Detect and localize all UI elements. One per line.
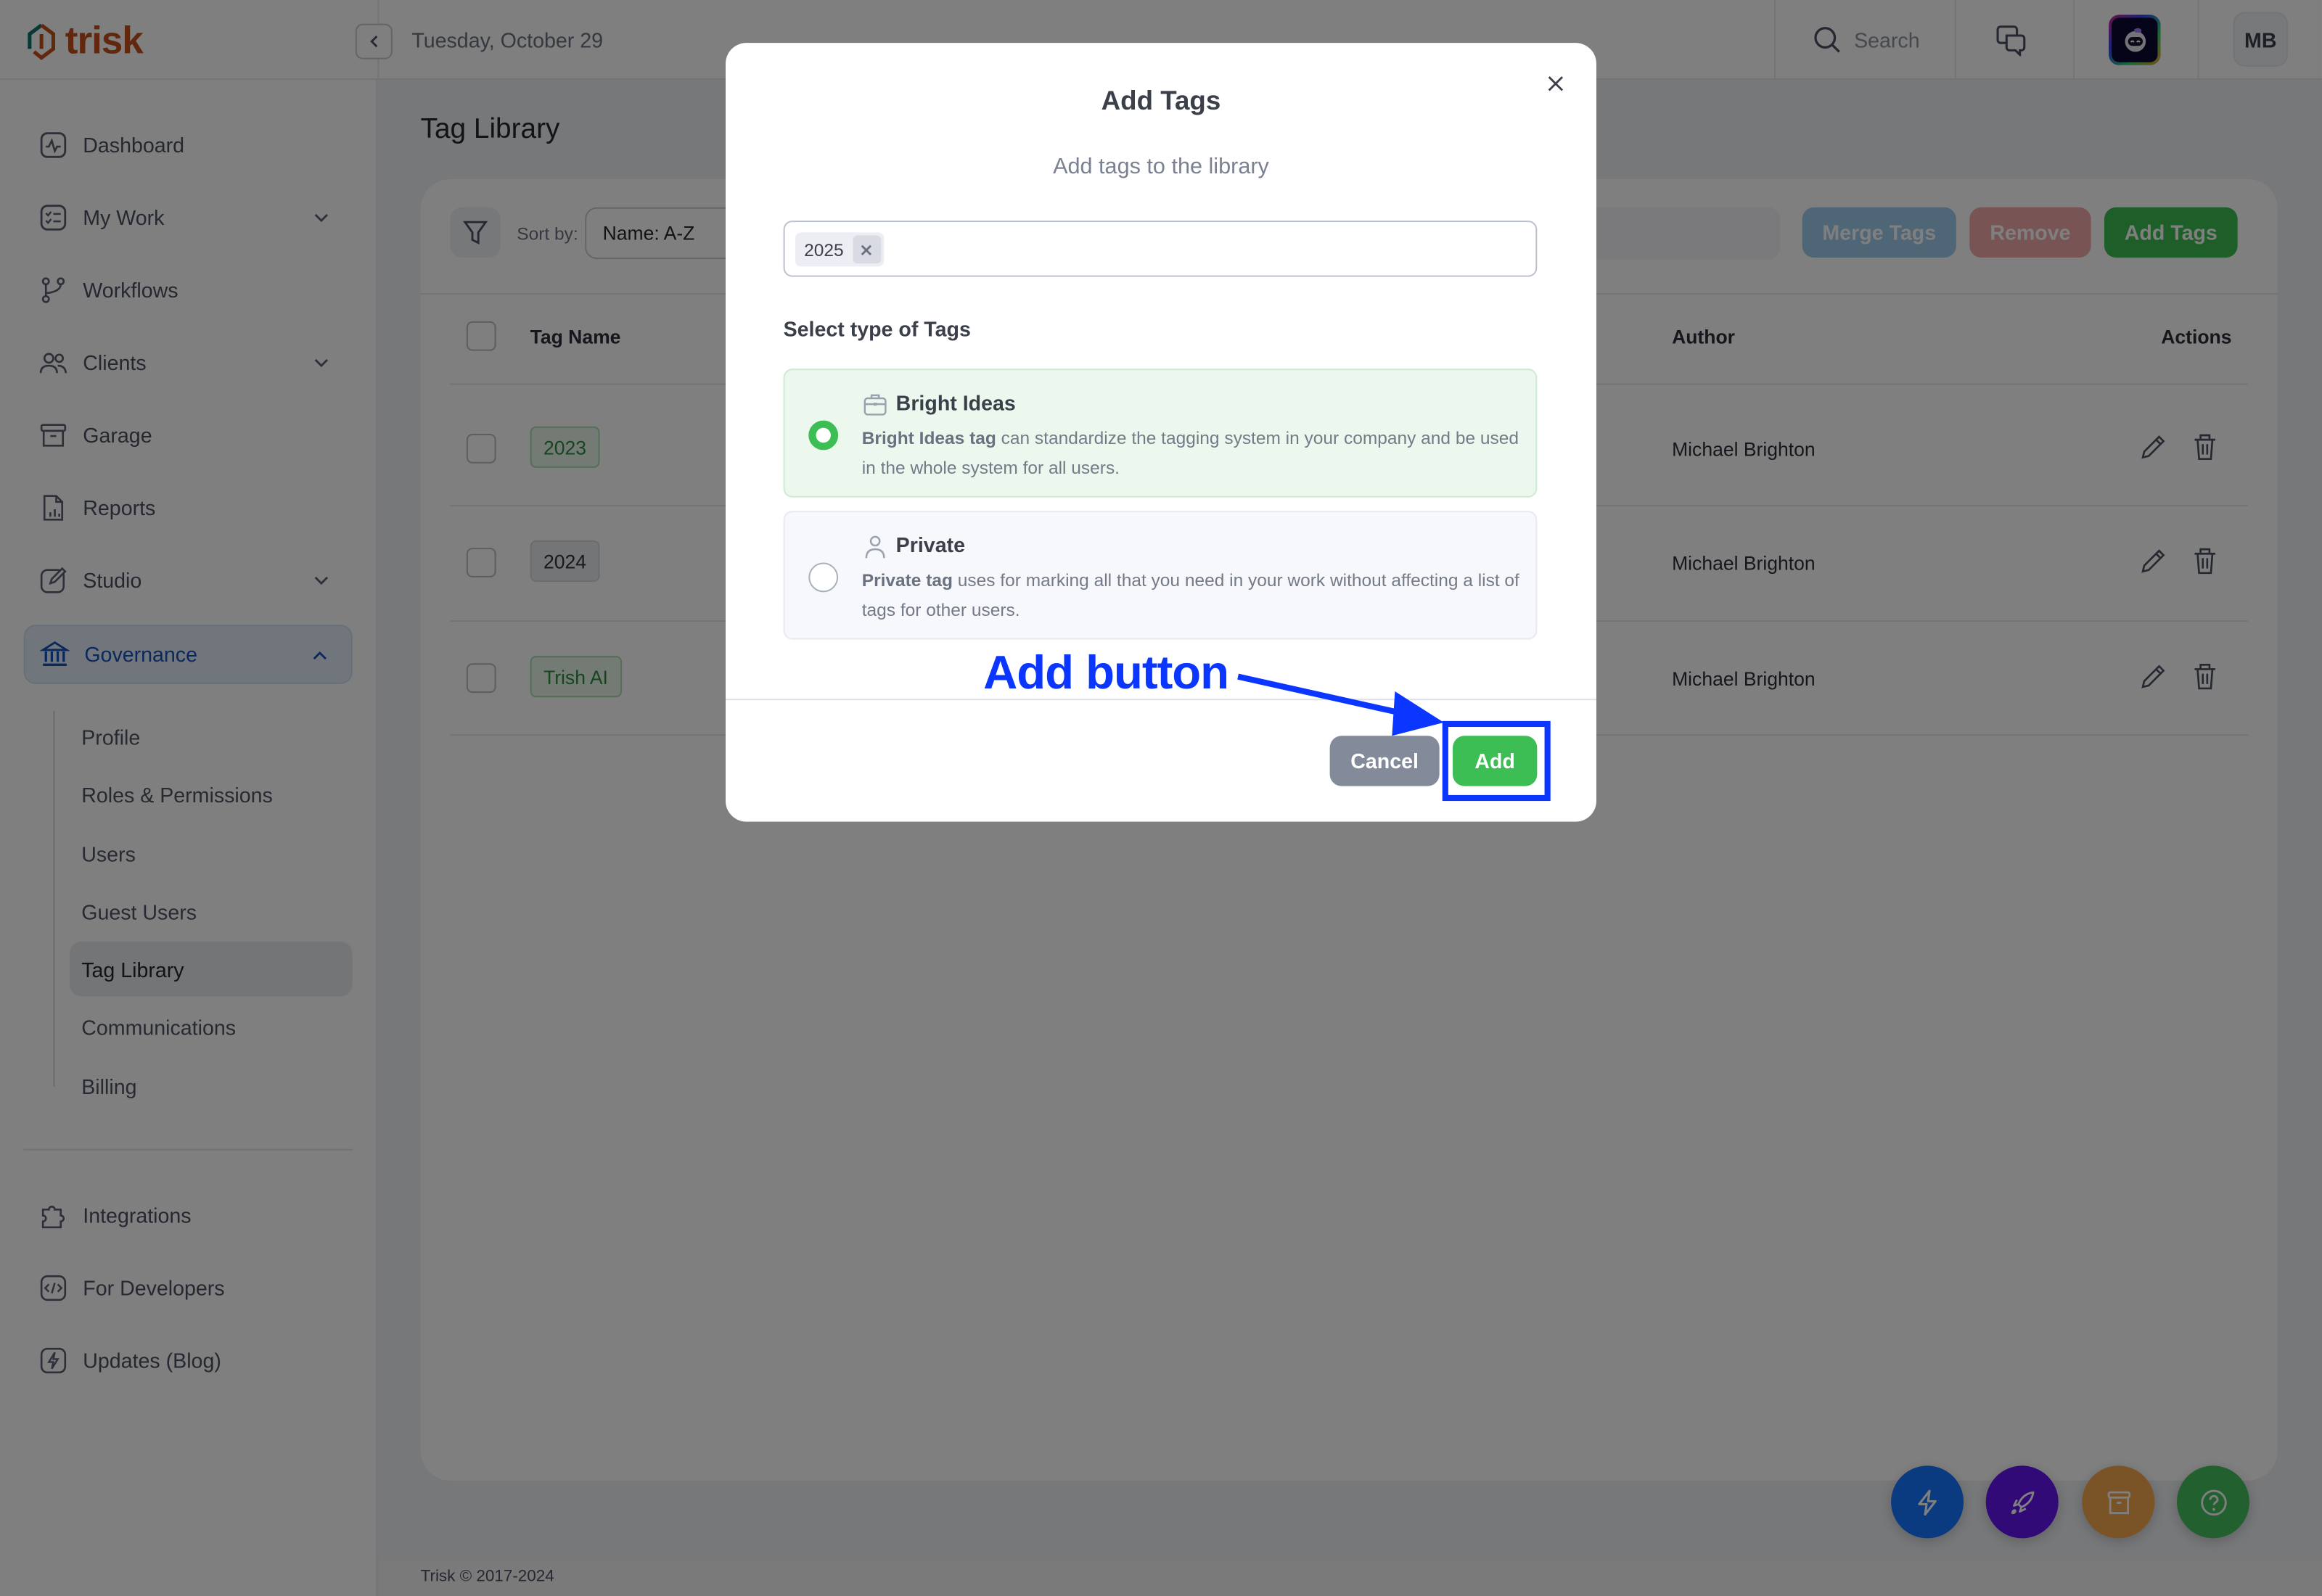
option-description: Private tag uses for marking all that yo… (862, 566, 1521, 625)
add-tags-modal: Add Tags Add tags to the library 2025 Se… (725, 43, 1596, 822)
annotation-arrow (1237, 673, 1444, 736)
modal-subtitle: Add tags to the library (1053, 154, 1269, 179)
briefcase-icon (863, 394, 887, 416)
tag-type-option-bright-ideas[interactable]: Bright Ideas Bright Ideas tag can standa… (783, 369, 1538, 498)
option-description-text: uses for marking all that you need in yo… (861, 569, 1519, 621)
option-title: Bright Ideas (895, 390, 1016, 415)
option-description-bold: Bright Ideas tag (861, 427, 996, 449)
radio-selected[interactable] (808, 420, 839, 451)
cancel-button[interactable]: Cancel (1329, 736, 1440, 786)
modal-title: Add Tags (1101, 86, 1221, 116)
remove-tag-button[interactable] (852, 235, 881, 264)
radio-unselected[interactable] (808, 562, 839, 593)
tag-type-option-private[interactable]: Private Private tag uses for marking all… (783, 511, 1538, 640)
tag-token-label: 2025 (804, 239, 844, 260)
cancel-label: Cancel (1350, 749, 1419, 773)
tag-token: 2025 (795, 232, 884, 267)
option-description-bold: Private tag (861, 569, 953, 591)
section-label: Select type of Tags (783, 316, 971, 341)
annotation-label: Add button (983, 645, 1229, 699)
close-icon[interactable] (1546, 74, 1566, 94)
tags-input[interactable]: 2025 (783, 221, 1538, 277)
app-root: trisk Tuesday, October 29 Search MB (0, 0, 2322, 1596)
close-icon (861, 244, 872, 255)
user-icon (865, 535, 885, 559)
option-description: Bright Ideas tag can standardize the tag… (862, 424, 1521, 483)
annotation-highlight-box (1442, 720, 1551, 802)
option-title: Private (895, 532, 965, 557)
